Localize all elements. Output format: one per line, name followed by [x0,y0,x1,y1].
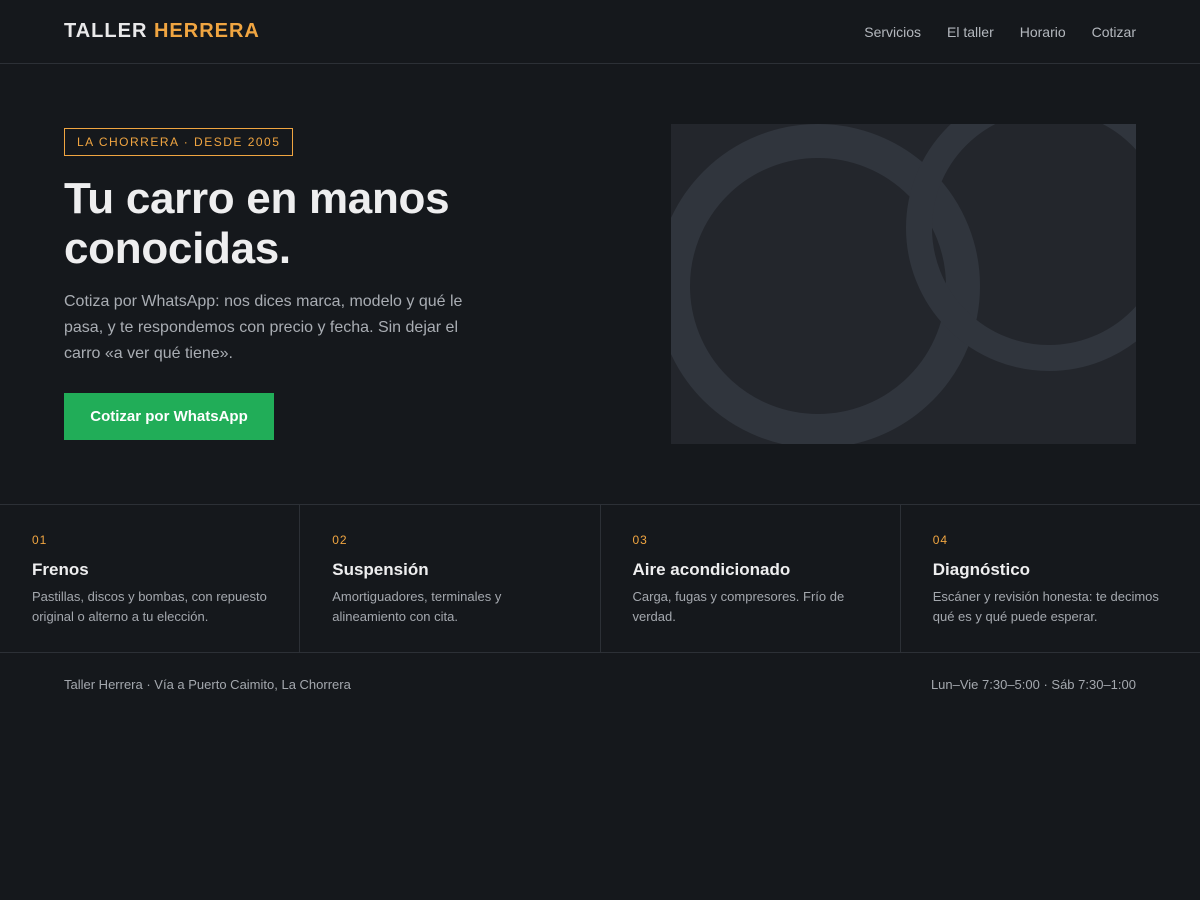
nav-link-el-taller[interactable]: El taller [947,22,994,42]
footer-hours: Lun–Vie 7:30–5:00 · Sáb 7:30–1:00 [930,677,1136,692]
service-title: Suspensión [332,560,429,579]
hero-description: Cotiza por WhatsApp: nos dices marca, mo… [64,293,463,362]
service-description: Pastillas, discos y bombas, con repuesto… [32,589,267,624]
main-nav: Servicios El taller Horario Cotizar [864,22,1136,42]
service-number: 03 [632,533,648,547]
hero-title: Tu carro en manos conocidas. [64,174,450,273]
hero-decorative-image [671,124,1136,444]
nav-link-servicios[interactable]: Servicios [864,22,921,42]
service-title: Frenos [32,560,89,579]
service-description: Escáner y revisión honesta: te decimos q… [932,589,1159,624]
service-title: Diagnóstico [932,560,1031,579]
service-number: 04 [932,533,949,547]
service-card-frenos: 01 Frenos Pastillas, discos y bombas, co… [0,505,301,652]
brand-name-part2: HERRERA [153,20,260,42]
footer-address: Taller Herrera · Vía a Puerto Caimito, L… [64,677,351,692]
whatsapp-quote-button[interactable]: Cotizar por WhatsApp [64,393,274,440]
site-header: TALLER HERRERA Servicios El taller Horar… [0,0,1200,64]
nav-link-cotizar[interactable]: Cotizar [1092,22,1136,42]
service-card-diagnostico: 04 Diagnóstico Escáner y revisión honest… [901,505,1200,652]
service-number: 01 [32,533,48,547]
service-number: 02 [332,533,348,547]
service-description: Amortiguadores, terminales y alineamient… [332,589,502,624]
services-strip: 01 Frenos Pastillas, discos y bombas, co… [0,504,1200,653]
service-card-suspension: 02 Suspensión Amortiguadores, terminales… [300,505,601,652]
service-title: Aire acondicionado [632,560,791,579]
nav-link-horario[interactable]: Horario [1020,22,1066,42]
brand-logo[interactable]: TALLER HERRERA [64,19,260,43]
brand-name-part1: TALLER [64,20,148,42]
location-tag: LA CHORRERA · DESDE 2005 [64,128,294,156]
service-description: Carga, fugas y compresores. Frío de verd… [632,589,845,624]
service-card-aire-acondicionado: 03 Aire acondicionado Carga, fugas y com… [601,505,901,652]
decorative-rings-graphic [671,124,1136,444]
